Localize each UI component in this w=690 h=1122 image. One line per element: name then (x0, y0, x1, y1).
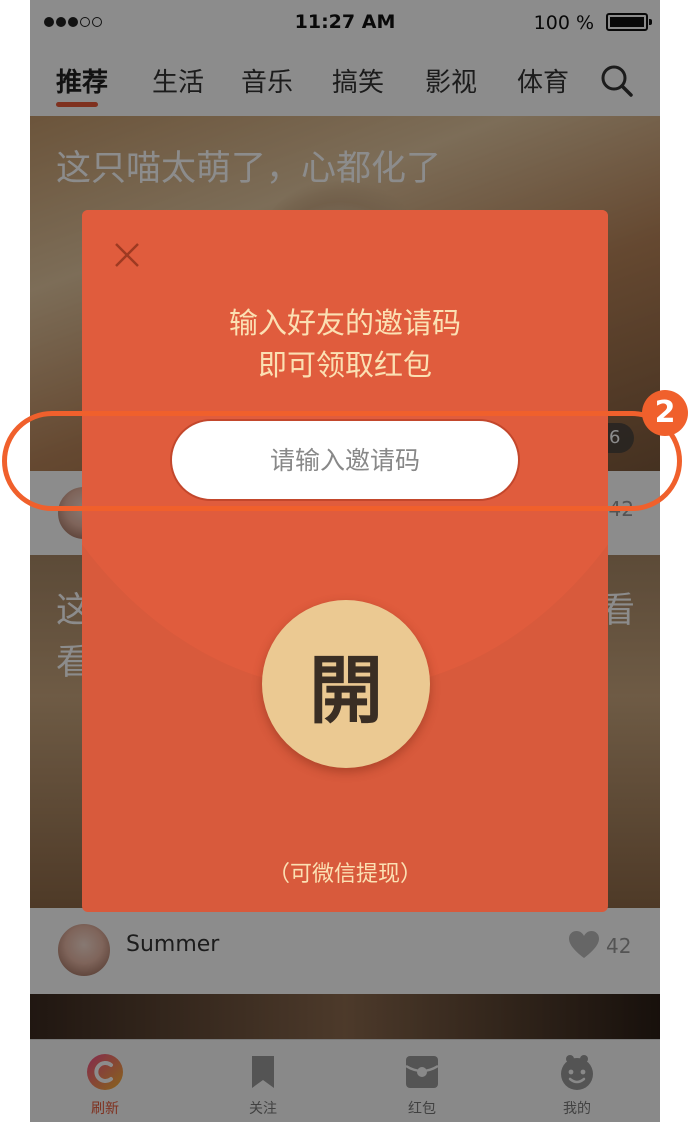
red-packet-modal: 输入好友的邀请码 即可领取红包 開 （可微信提现） (82, 210, 608, 912)
open-packet-button[interactable]: 開 (262, 600, 430, 768)
withdraw-note: （可微信提现） (267, 862, 422, 887)
annotation-step-badge: 2 (642, 390, 688, 436)
close-icon[interactable] (112, 240, 142, 270)
modal-heading: 输入好友的邀请码 (228, 306, 461, 340)
open-label: 開 (309, 647, 383, 734)
modal-subheading: 即可领取红包 (257, 348, 432, 382)
annotation-highlight (2, 411, 682, 511)
